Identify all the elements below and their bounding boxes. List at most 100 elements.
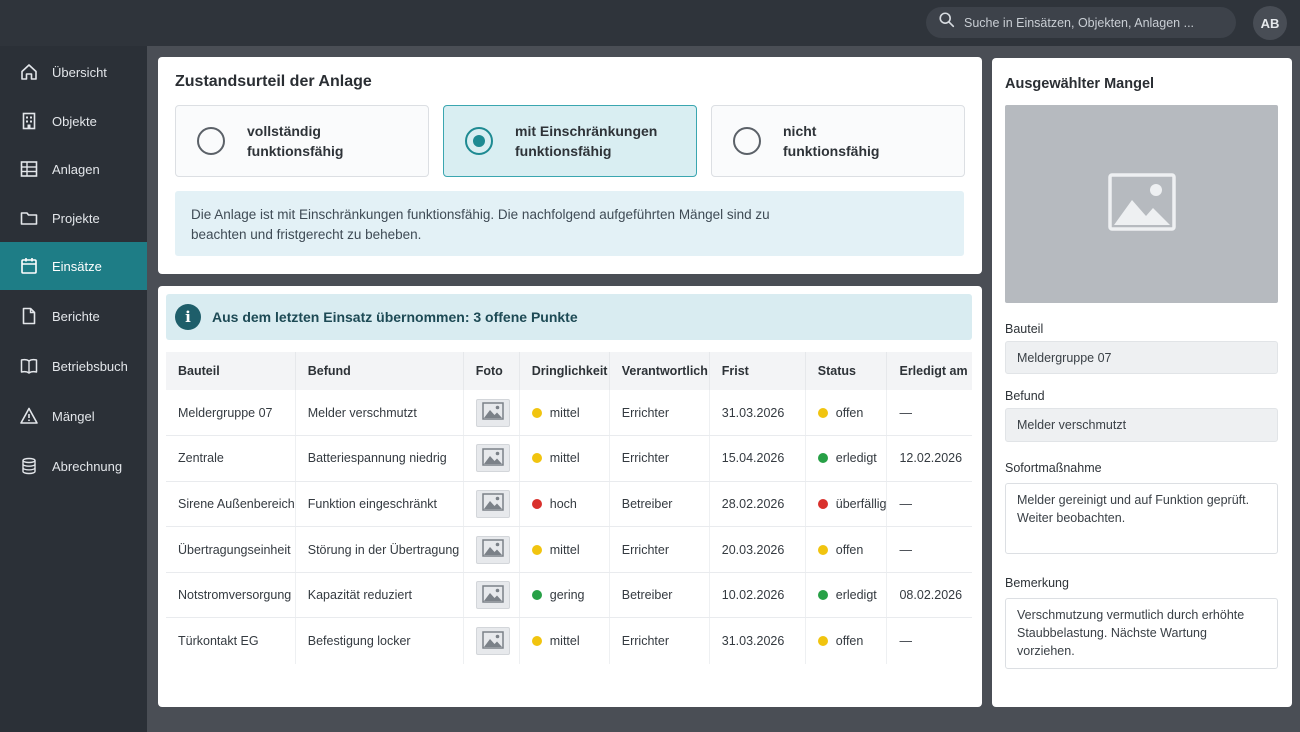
radio-button[interactable] xyxy=(197,127,225,155)
photo-thumbnail[interactable] xyxy=(475,398,510,427)
sidebar-item-uebersicht[interactable]: Übersicht xyxy=(0,48,147,96)
banner-text: Aus dem letzten Einsatz übernommen: 3 of… xyxy=(212,309,578,325)
user-avatar[interactable]: AB xyxy=(1253,6,1287,40)
option-vollstaendig-funktionsfaehig[interactable]: vollständig funktionsfähig xyxy=(175,105,429,177)
bemerkung-label: Bemerkung xyxy=(1005,576,1069,590)
urgency-dot xyxy=(531,590,542,601)
cell-erledigt-am: — xyxy=(899,634,912,649)
status-dot xyxy=(817,636,828,647)
sidebar-item-berichte[interactable]: Berichte xyxy=(0,292,147,340)
maengel-card: i Aus dem letzten Einsatz übernommen: 3 … xyxy=(158,286,982,707)
sidebar-item-projekte[interactable]: Projekte xyxy=(0,194,147,242)
photo-thumbnail[interactable] xyxy=(475,627,510,656)
cell-erledigt-am: — xyxy=(886,390,972,437)
sidebar-item-label: Objekte xyxy=(52,113,97,129)
column-header-erledigt-am[interactable]: Erledigt am xyxy=(886,352,972,390)
cell-erledigt-am: 12.02.2026 xyxy=(886,435,972,482)
cell-frist: 31.03.2026 xyxy=(709,390,806,437)
cell-status: erledigt xyxy=(805,435,888,482)
sidebar-item-label: Mängel xyxy=(52,408,95,424)
image-icon xyxy=(482,448,504,469)
maengel-table: Bauteil Befund Foto Dringlichkeit Verant… xyxy=(166,352,972,664)
image-icon xyxy=(482,493,504,514)
document-icon xyxy=(19,306,39,326)
radio-button[interactable] xyxy=(733,127,761,155)
detail-panel: Ausgewählter Mangel Bauteil Meldergruppe… xyxy=(992,58,1292,707)
photo-thumbnail[interactable] xyxy=(475,535,510,564)
cell-foto xyxy=(463,390,520,437)
status-label: offen xyxy=(835,542,864,557)
sidebar-item-maengel[interactable]: Mängel xyxy=(0,392,147,440)
option-label: mit Einschränkungen funktionsfähig xyxy=(515,123,658,159)
cell-dringlichkeit: mittel xyxy=(519,526,610,573)
table-row[interactable]: Zentrale Batteriespannung niedrig mittel Er… xyxy=(166,435,972,482)
urgency-dot xyxy=(531,453,542,464)
column-header-frist[interactable]: Frist xyxy=(709,352,806,390)
table-row[interactable]: Türkontakt EG Befestigung locker mittel Err… xyxy=(166,617,972,664)
cell-status: offen xyxy=(805,390,888,437)
search-input[interactable] xyxy=(964,15,1224,30)
urgency-label: mittel xyxy=(549,542,580,557)
sidebar-item-einsaetze[interactable]: Einsätze xyxy=(0,242,147,290)
warning-icon xyxy=(19,406,39,426)
calendar-icon xyxy=(19,256,39,276)
column-header-verantwortlich[interactable]: Verantwortlich xyxy=(609,352,710,390)
cell-erledigt-am: 08.02.2026 xyxy=(886,572,972,619)
option-eingeschraenkt-funktionsfaehig[interactable]: mit Einschränkungen funktionsfähig xyxy=(443,105,697,177)
mangel-photo[interactable] xyxy=(1005,105,1278,303)
cell-bauteil: Notstromversorgung xyxy=(166,572,296,619)
cell-befund: Befestigung locker xyxy=(295,617,464,664)
bauteil-field[interactable]: Meldergruppe 07 xyxy=(1005,341,1278,374)
zustand-title: Zustandsurteil der Anlage xyxy=(175,73,372,90)
column-header-bauteil[interactable]: Bauteil xyxy=(166,352,296,390)
cell-status: offen xyxy=(805,617,888,664)
photo-thumbnail[interactable] xyxy=(475,581,510,610)
photo-thumbnail[interactable] xyxy=(475,444,510,473)
cell-dringlichkeit: gering xyxy=(519,572,610,619)
option-nicht-funktionsfaehig[interactable]: nicht funktionsfähig xyxy=(711,105,965,177)
column-header-foto[interactable]: Foto xyxy=(463,352,520,390)
befund-field[interactable]: Melder verschmutzt xyxy=(1005,408,1278,442)
zustand-info-text: Die Anlage ist mit Einschränkungen funkt… xyxy=(175,191,964,256)
sidebar-item-objekte[interactable]: Objekte xyxy=(0,97,147,145)
status-dot xyxy=(817,498,828,509)
info-banner: i Aus dem letzten Einsatz übernommen: 3 … xyxy=(166,294,972,340)
sofortmassnahme-textarea[interactable]: Melder gereinigt und auf Funktion geprüf… xyxy=(1005,483,1278,554)
cell-verantwortlich: Betreiber xyxy=(609,481,710,528)
image-icon xyxy=(482,630,504,652)
photo-thumbnail[interactable] xyxy=(475,489,510,518)
sidebar-item-anlagen[interactable]: Anlagen xyxy=(0,145,147,193)
table-row[interactable]: Sirene Außenbereich Funktion eingeschränk… xyxy=(166,481,972,528)
bemerkung-textarea[interactable]: Verschmutzung vermutlich durch erhöhte S… xyxy=(1005,598,1278,669)
cell-bauteil: Übertragungseinheit xyxy=(166,526,296,573)
sidebar-item-betriebsbuch[interactable]: Betriebsbuch xyxy=(0,342,147,390)
image-placeholder-icon xyxy=(1107,172,1176,236)
table-row[interactable]: Übertragungseinheit Störung in der Übertr… xyxy=(166,526,972,573)
cell-erledigt-am: — xyxy=(886,481,972,528)
search-bar[interactable] xyxy=(926,7,1236,38)
cell-dringlichkeit: hoch xyxy=(519,481,610,528)
book-icon xyxy=(19,356,39,376)
sidebar-item-abrechnung[interactable]: Abrechnung xyxy=(0,442,147,490)
urgency-dot xyxy=(531,407,542,418)
cell-foto xyxy=(463,435,520,482)
radio-button-selected[interactable] xyxy=(465,127,493,155)
cell-foto xyxy=(463,617,520,664)
column-header-status[interactable]: Status xyxy=(805,352,888,390)
column-header-dringlichkeit[interactable]: Dringlichkeit xyxy=(519,352,610,390)
column-header-befund[interactable]: Befund xyxy=(295,352,464,390)
home-icon xyxy=(19,62,39,82)
cell-foto xyxy=(463,481,520,528)
table-row[interactable]: Notstromversorgung Kapazität reduziert ger… xyxy=(166,572,972,619)
cell-erledigt-am: — xyxy=(886,526,972,573)
cell-befund: Melder verschmutzt xyxy=(295,390,464,437)
urgency-label: mittel xyxy=(549,451,580,466)
cell-dringlichkeit: mittel xyxy=(519,435,610,482)
cell-bauteil: Türkontakt EG xyxy=(166,617,296,664)
cell-frist: 20.03.2026 xyxy=(709,526,806,573)
table-row[interactable]: Meldergruppe 07 Melder verschmutzt mittel E… xyxy=(166,390,972,437)
status-dot xyxy=(817,544,828,555)
status-label: erledigt xyxy=(835,451,877,466)
urgency-label: mittel xyxy=(549,634,580,649)
cell-verantwortlich: Betreiber xyxy=(609,572,710,619)
